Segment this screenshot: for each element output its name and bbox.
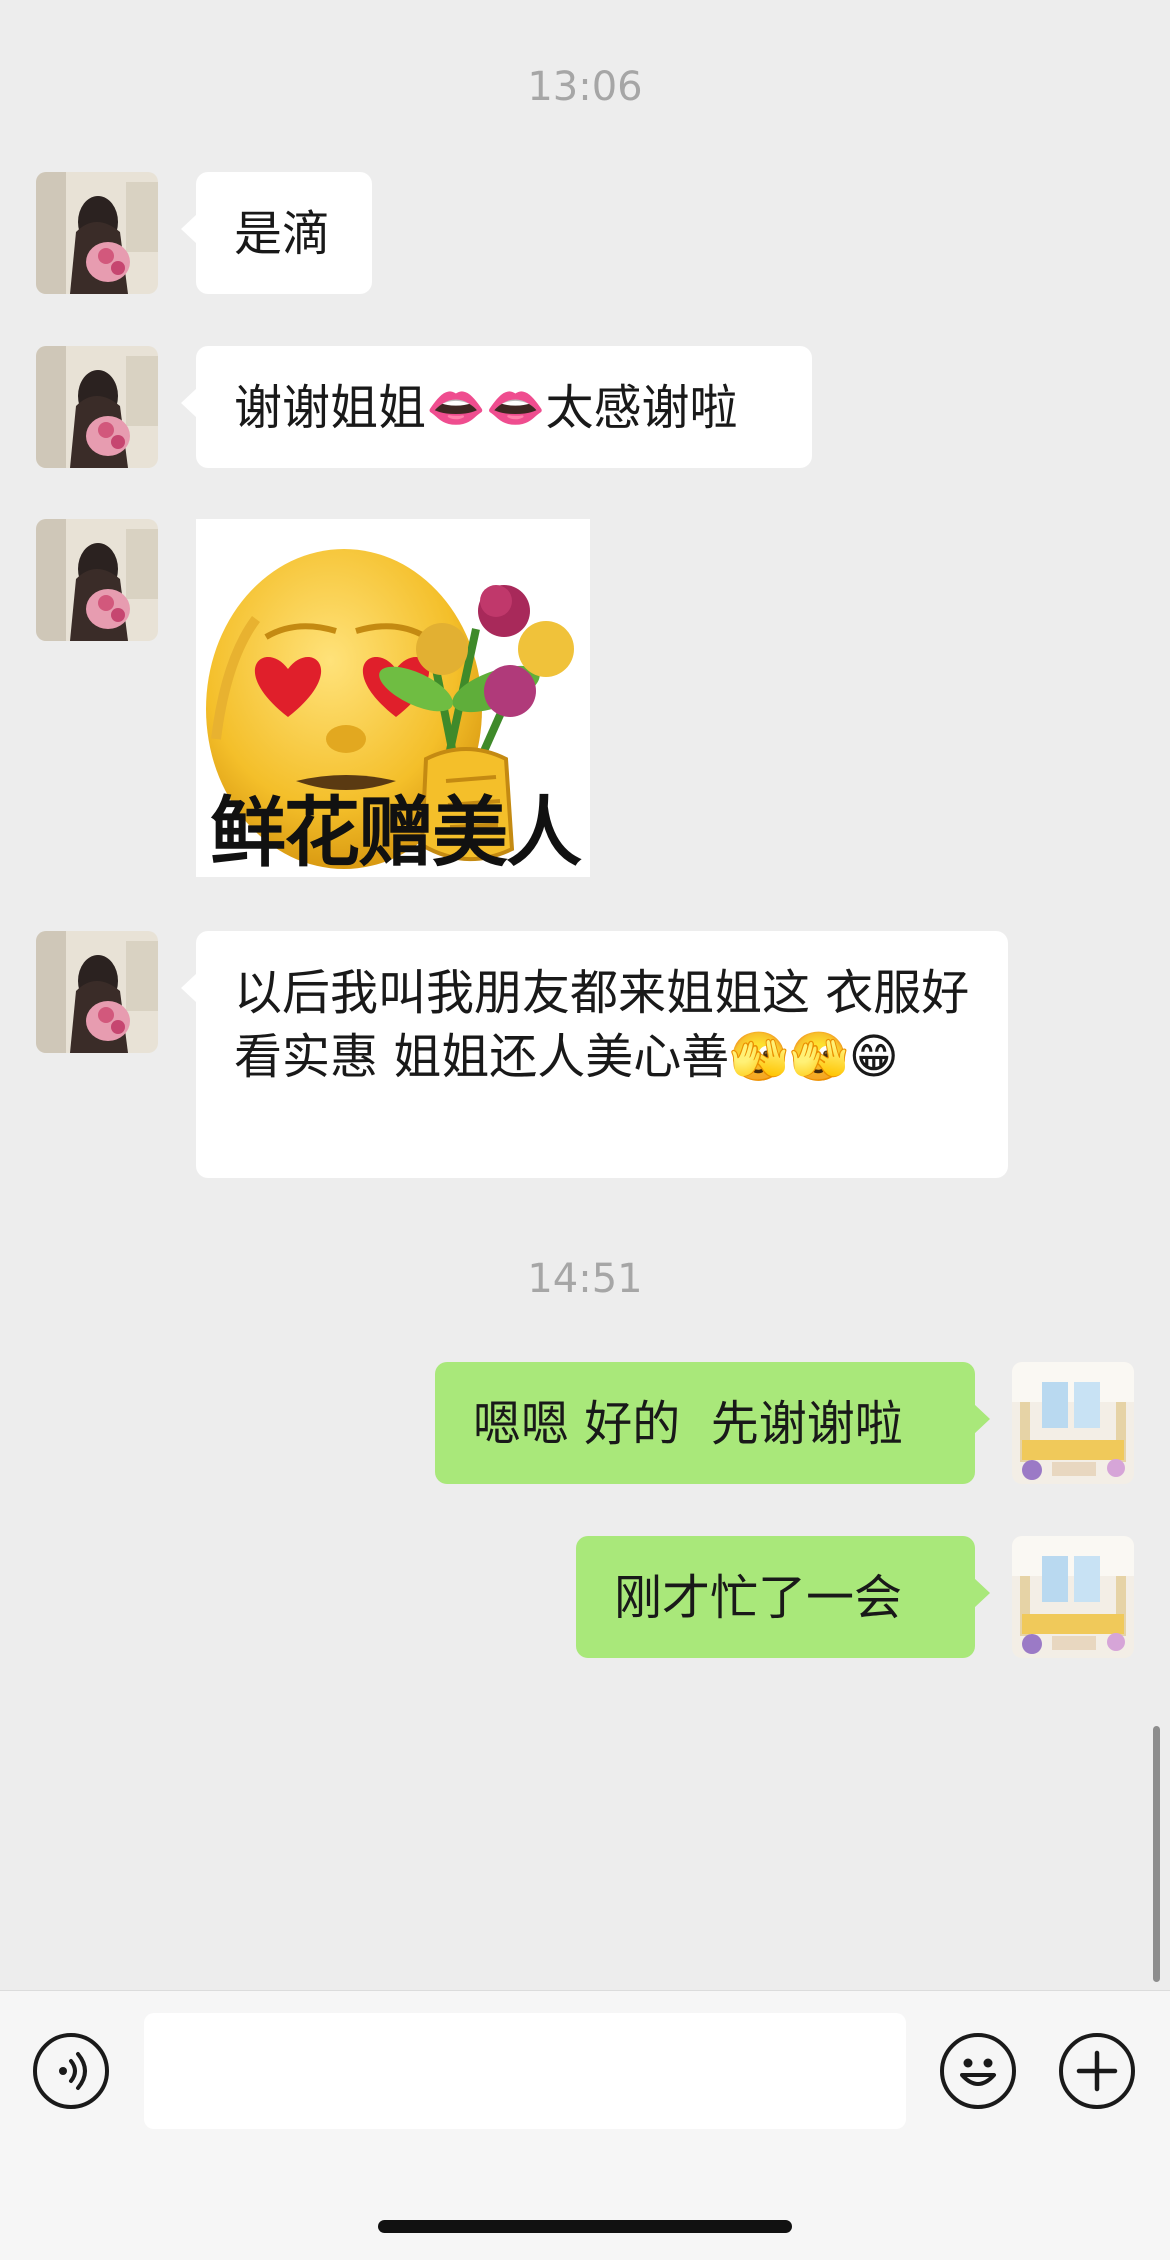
message-bubble[interactable]: 谢谢姐姐👄👄太感谢啦 xyxy=(181,346,812,468)
self-avatar[interactable] xyxy=(1012,1362,1134,1484)
message-bubble[interactable]: 以后我叫我朋友都来姐姐这 衣服好看实惠 姐姐还人美心善🫣🫣😁 xyxy=(181,931,1008,1178)
contact-avatar[interactable] xyxy=(36,519,158,641)
sticker-message[interactable]: 鲜花赠美人 xyxy=(196,519,590,877)
message-input[interactable] xyxy=(144,2013,906,2129)
sticker-caption: 鲜花赠美人 xyxy=(210,788,582,877)
contact-avatar[interactable] xyxy=(36,172,158,294)
scrollbar[interactable] xyxy=(1153,1726,1160,1982)
timestamp: 13:06 xyxy=(527,64,643,110)
home-indicator[interactable] xyxy=(378,2220,792,2233)
message-bubble[interactable]: 是滴 xyxy=(181,172,372,294)
voice-button[interactable] xyxy=(33,2033,109,2109)
timestamp: 14:51 xyxy=(527,1256,643,1302)
emoji-icon xyxy=(960,2058,996,2086)
emoji-button[interactable] xyxy=(940,2033,1016,2109)
voice-icon xyxy=(59,2052,87,2090)
message-bubble-self[interactable]: 嗯嗯 好的 先谢谢啦 xyxy=(435,1362,990,1484)
self-avatar[interactable] xyxy=(1012,1536,1134,1658)
contact-avatar[interactable] xyxy=(36,931,158,1053)
contact-avatar[interactable] xyxy=(36,346,158,468)
message-bubble-self[interactable]: 刚才忙了一会 xyxy=(576,1536,990,1658)
plus-icon xyxy=(1076,2050,1118,2092)
more-button[interactable] xyxy=(1059,2033,1135,2109)
